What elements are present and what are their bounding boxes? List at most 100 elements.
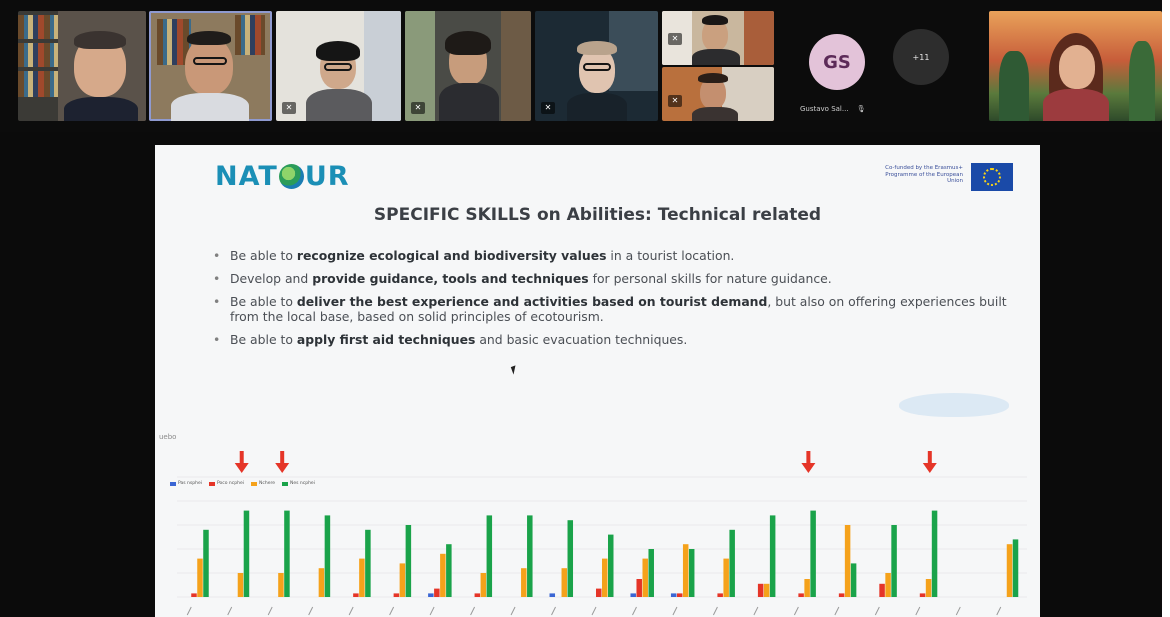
chart-tick-label	[470, 606, 476, 616]
chart-tick-label	[186, 606, 192, 616]
participant-video-tile[interactable]: ✕	[405, 11, 531, 121]
chart-bar	[676, 593, 683, 597]
chart-bar	[757, 583, 764, 597]
chart-tick-label	[348, 606, 354, 616]
mic-muted-icon: ✕	[541, 102, 555, 114]
chart-tick-label	[429, 606, 435, 616]
chart-bar	[608, 534, 614, 597]
chart-tick-label	[227, 606, 233, 616]
chart-bar	[670, 593, 677, 597]
chart-bar	[891, 525, 897, 597]
chart-bar	[365, 529, 371, 597]
chart-bar	[203, 529, 209, 597]
chart-tick-label	[712, 606, 718, 616]
chart-bar	[549, 593, 556, 597]
chart-bar	[925, 579, 932, 597]
chart-bar	[324, 515, 331, 597]
chart-bar	[769, 515, 776, 597]
chart-bar	[243, 510, 250, 597]
chart-bar	[596, 588, 602, 597]
chart-bar	[636, 579, 642, 597]
chart-bar	[393, 593, 400, 597]
chart-tick-label	[551, 606, 556, 616]
participant-video-tile[interactable]	[18, 11, 146, 121]
chart-bar	[1012, 539, 1019, 597]
chart-bar	[798, 593, 804, 597]
chart-bar	[919, 593, 926, 597]
chart-bar	[561, 568, 568, 597]
chart-bar	[440, 553, 446, 597]
chart-bar	[630, 593, 636, 597]
chart-tick-label	[267, 606, 273, 616]
chart-tick-label	[591, 606, 597, 616]
chart-bar	[428, 593, 434, 597]
chart-bar	[480, 573, 487, 597]
mic-muted-icon: ✕	[668, 33, 682, 45]
chart-tick-label	[672, 606, 678, 616]
chart-bar	[434, 588, 440, 597]
chart-bar	[723, 558, 729, 597]
chart-tick-label	[834, 606, 840, 616]
chart-bar	[682, 544, 689, 597]
participant-avatar[interactable]: GS	[809, 34, 865, 90]
chart-bar	[717, 593, 723, 597]
chart-bar	[474, 593, 481, 597]
chart-bar	[885, 573, 891, 597]
participant-video-tile[interactable]: ✕	[276, 11, 401, 121]
participant-video-tile-active[interactable]	[149, 11, 272, 121]
highlight-arrow-icon	[801, 451, 816, 473]
chart-tick-label	[915, 606, 921, 616]
chart-bar	[318, 568, 325, 597]
chart-bar	[191, 593, 197, 597]
participant-video-tile[interactable]: ✕	[662, 11, 774, 65]
chart-bar	[359, 558, 365, 597]
chart-bar	[399, 563, 406, 597]
participant-name-label: Gustavo Sal...	[800, 105, 849, 113]
chart-bar	[810, 510, 816, 597]
chart-bar	[353, 593, 359, 597]
chart-bar	[284, 510, 290, 597]
mic-muted-icon: ✕	[411, 102, 425, 114]
chart-bar	[879, 583, 885, 597]
chart-bar	[931, 510, 938, 597]
participant-video-tile[interactable]	[989, 11, 1162, 121]
highlight-arrow-icon	[922, 451, 937, 473]
chart-bar	[237, 573, 244, 597]
chart-bar	[729, 529, 735, 597]
participant-video-tile[interactable]: ✕	[662, 67, 774, 121]
chart-bar	[642, 558, 648, 597]
chart-tick-label	[996, 606, 1002, 616]
chart-bar	[197, 558, 203, 597]
chart-bar	[521, 568, 527, 597]
chart-tick-label	[874, 606, 880, 616]
chart-bar	[602, 558, 608, 597]
chart-bar	[486, 515, 493, 597]
more-participants-button[interactable]: +11	[893, 29, 949, 85]
chart-tick-label	[389, 606, 395, 616]
highlight-arrow-icon	[275, 451, 290, 473]
chart-bar	[527, 515, 533, 597]
chart-bar	[838, 593, 845, 597]
chart-bar	[1006, 544, 1013, 597]
chart-tick-label	[308, 606, 314, 616]
grouped-bar-chart	[177, 451, 1027, 616]
window-edge	[1162, 0, 1170, 617]
chart-tick-label	[632, 606, 637, 616]
chart-bar	[763, 583, 770, 597]
mic-muted-icon: 🎙︎	[856, 105, 866, 113]
mic-muted-icon: ✕	[668, 95, 682, 107]
chart-bar	[804, 579, 810, 597]
chart-bar	[850, 563, 857, 597]
chart-bar	[567, 520, 574, 597]
chart-bar	[648, 549, 654, 597]
chart-bar	[844, 525, 851, 597]
participant-video-tile[interactable]: ✕	[535, 11, 658, 121]
chart-tick-label	[955, 606, 961, 616]
shared-screen-slide: NAT UR Co-funded by the Erasmus+ Programm…	[155, 145, 1040, 617]
chart-bar	[446, 544, 452, 597]
chart-bar	[405, 525, 412, 597]
highlight-arrow-icon	[234, 451, 249, 473]
chart-bar	[278, 573, 284, 597]
chart-tick-label	[510, 606, 516, 616]
mic-muted-icon: ✕	[282, 102, 296, 114]
